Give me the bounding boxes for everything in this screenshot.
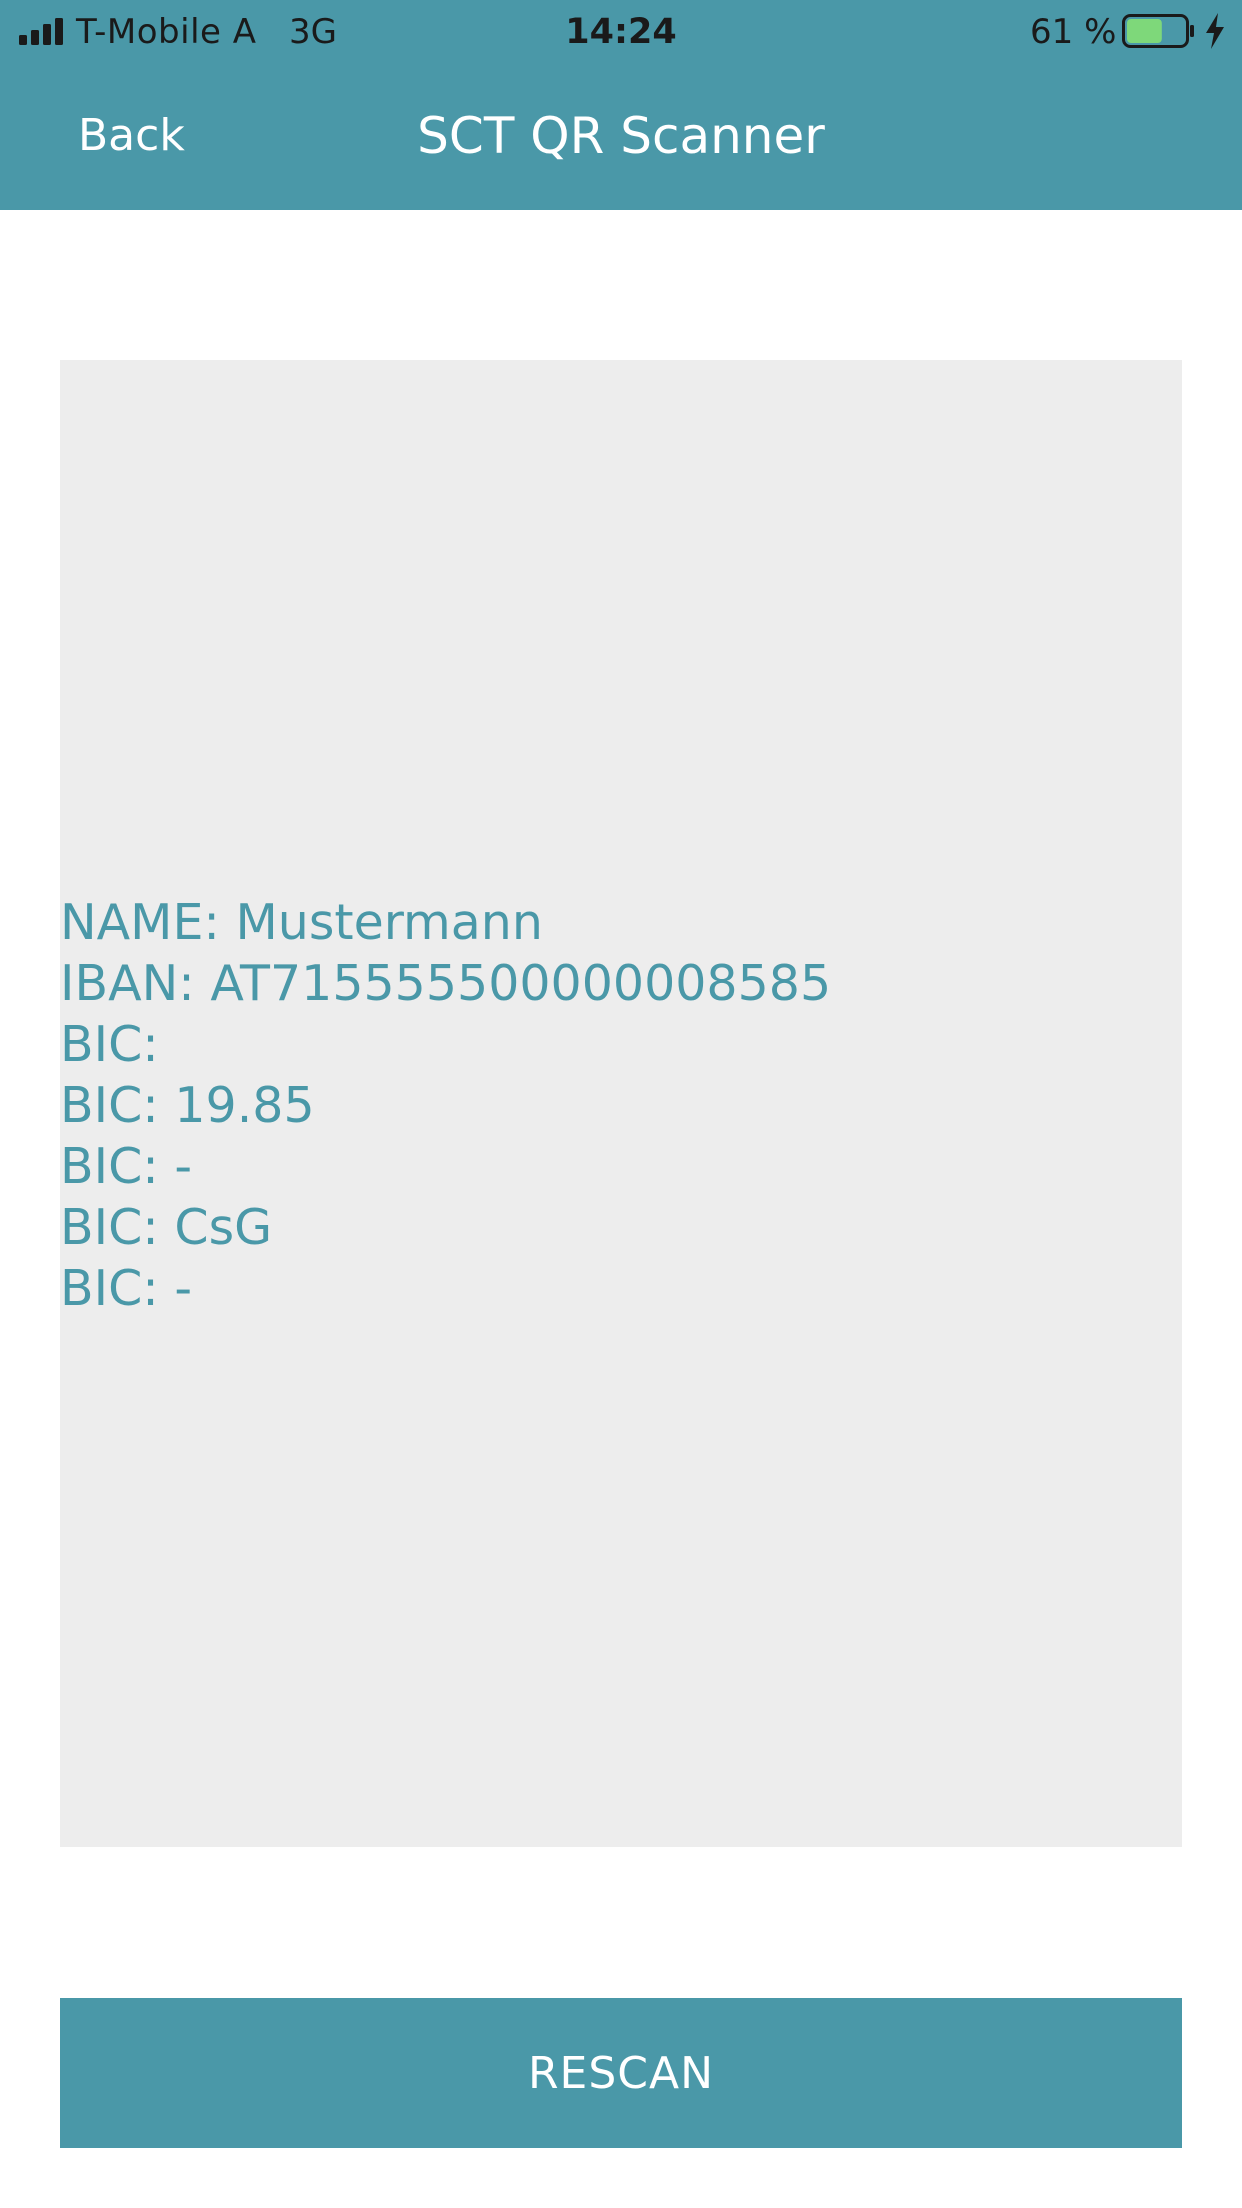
rescan-button[interactable]: RESCAN [60,1998,1182,2148]
battery-fill [1127,19,1162,43]
result-line-bic: BIC: [60,1016,159,1073]
battery-percentage: 61 % [1030,12,1117,52]
result-line-field-6: BIC: CsG [60,1199,273,1256]
battery-icon [1122,14,1194,48]
result-line-name: NAME: Mustermann [60,894,543,951]
scan-result-text: NAME: Mustermann IBAN: AT715555500000008… [60,892,1182,1319]
page-title: SCT QR Scanner [417,107,825,165]
scan-result-panel: NAME: Mustermann IBAN: AT715555500000008… [60,360,1182,1847]
status-bar: T-Mobile A 3G 14:24 61 % [0,0,1242,62]
result-line-field-5: BIC: - [60,1138,193,1195]
result-line-iban: IBAN: AT715555500000008585 [60,955,832,1012]
app-header: T-Mobile A 3G 14:24 61 % Back SCT QR Sca… [0,0,1242,210]
result-line-amount: BIC: 19.85 [60,1077,315,1134]
charging-bolt-icon [1206,13,1224,49]
result-line-field-7: BIC: - [60,1260,193,1317]
